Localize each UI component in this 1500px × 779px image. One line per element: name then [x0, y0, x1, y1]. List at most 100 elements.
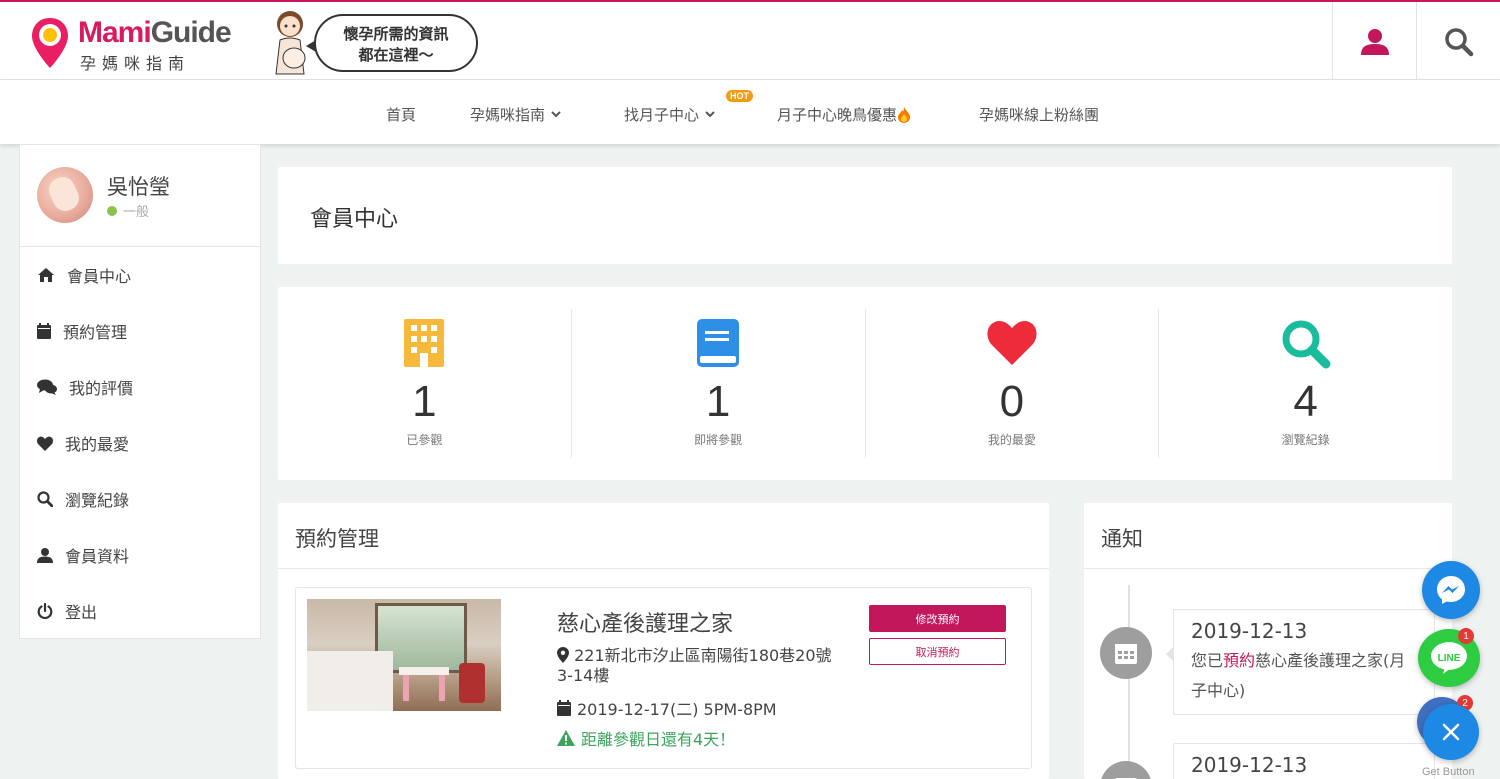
stat-upcoming-value: 1	[705, 377, 731, 426]
line-label: LINE	[1437, 652, 1461, 664]
sidebar-item-label: 我的最愛	[65, 435, 130, 454]
logo-brand-mami: Mami	[78, 16, 152, 49]
sidebar-item-member-center[interactable]: 會員中心	[20, 247, 260, 303]
messenger-icon	[1437, 576, 1465, 604]
nav-early-bird-label: 月子中心晚鳥優惠	[777, 106, 898, 124]
center-address: 221新北市汐止區南陽街180巷20號3-14樓	[557, 646, 837, 686]
close-icon	[1442, 723, 1460, 741]
sidebar-item-label: 預約管理	[63, 323, 128, 342]
nav-fan-group[interactable]: 孕媽咪線上粉絲團	[979, 104, 1099, 125]
stat-favorites-value: 0	[999, 377, 1025, 426]
heart-icon	[987, 321, 1037, 365]
user-level-label: 一般	[123, 205, 150, 220]
bubble-line-2: 都在這裡～	[358, 46, 434, 64]
hot-badge: HOT	[726, 90, 753, 102]
stat-history[interactable]: 4 瀏覽紀錄	[1158, 309, 1452, 458]
timeline-calendar-icon	[1100, 627, 1152, 679]
sidebar-item-label: 會員資料	[65, 547, 130, 566]
line-badge: 1	[1458, 628, 1474, 644]
timeline-line	[1128, 585, 1130, 779]
main-nav: 首頁 孕媽咪指南 找月子中心 HOT 月子中心晚鳥優惠 孕媽咪線上粉絲團	[0, 80, 1500, 144]
user-icon	[1360, 29, 1389, 55]
notifications-title: 通知	[1084, 503, 1452, 569]
chevron-down-icon	[705, 110, 715, 117]
center-photo[interactable]	[307, 599, 501, 711]
top-header: MamiGuide 孕媽咪指南 懷孕所需的資訊 都在這裡～	[0, 0, 1500, 82]
user-icon	[37, 548, 53, 563]
member-sidebar: 吳怡瑩 一般 會員中心 預約管理 我的評價 我的最愛 瀏覽紀錄 會員資料 登出	[19, 144, 261, 639]
calendar-icon	[1115, 778, 1137, 779]
nav-guide[interactable]: 孕媽咪指南	[470, 104, 561, 125]
fire-icon	[898, 106, 911, 123]
page-title: 會員中心	[310, 207, 399, 232]
sidebar-item-profile[interactable]: 會員資料	[20, 527, 260, 583]
nav-early-bird[interactable]: 月子中心晚鳥優惠	[777, 104, 911, 125]
booking-card-title: 預約管理	[278, 503, 1049, 569]
profile-summary: 吳怡瑩 一般	[20, 145, 260, 247]
nav-find-center-label: 找月子中心	[624, 106, 700, 124]
heart-icon	[37, 436, 53, 451]
stat-favorites[interactable]: 0 我的最愛	[864, 309, 1159, 458]
sidebar-item-label: 瀏覽紀錄	[65, 491, 130, 510]
stat-upcoming-label: 即將參觀	[694, 433, 743, 447]
stat-upcoming[interactable]: 1 即將參觀	[570, 309, 865, 458]
sidebar-item-reviews[interactable]: 我的評價	[20, 359, 260, 415]
notifications-card: 通知 2019-12-13 您已預約慈心產後護理之家(月子中心) 2019-12…	[1084, 503, 1452, 779]
sidebar-item-bookings[interactable]: 預約管理	[20, 303, 260, 359]
user-name: 吳怡瑩	[107, 175, 170, 199]
center-name[interactable]: 慈心產後護理之家	[557, 606, 733, 638]
sidebar-item-label: 我的評價	[69, 379, 134, 398]
comments-icon	[37, 379, 57, 395]
sidebar-item-logout[interactable]: 登出	[20, 583, 260, 639]
cancel-booking-button[interactable]: 取消預約	[869, 638, 1006, 665]
nav-home[interactable]: 首頁	[386, 104, 416, 125]
site-logo[interactable]: MamiGuide 孕媽咪指南	[30, 14, 250, 73]
notification-date: 2019-12-13	[1191, 753, 1308, 777]
bubble-line-1: 懷孕所需的資訊	[343, 25, 449, 43]
notification-text: 您已預約慈心產後護理之家(月子中心)	[1191, 646, 1417, 706]
map-pin-icon	[32, 18, 68, 68]
nav-fan-group-label: 孕媽咪線上粉絲團	[979, 106, 1100, 124]
logo-brand-guide: Guide	[150, 16, 232, 49]
notification-item[interactable]: 2019-12-13	[1173, 743, 1435, 779]
booking-card: 預約管理 慈心產後護理之家 221新北市汐止區南陽街180巷20號3-14樓 2…	[278, 503, 1049, 779]
booking-countdown: 距離參觀日還有4天！	[557, 726, 735, 750]
warning-icon	[557, 730, 575, 746]
building-icon	[404, 319, 445, 367]
status-dot-icon	[107, 205, 117, 216]
notification-item[interactable]: 2019-12-13 您已預約慈心產後護理之家(月子中心)	[1166, 609, 1435, 715]
notification-date: 2019-12-13	[1191, 619, 1308, 643]
map-marker-icon	[557, 647, 569, 663]
messenger-button[interactable]	[1422, 561, 1480, 619]
nav-guide-label: 孕媽咪指南	[470, 106, 546, 124]
book-icon	[697, 319, 740, 367]
power-icon	[37, 603, 53, 619]
center-address-text: 221新北市汐止區南陽街180巷20號3-14樓	[557, 646, 832, 685]
booking-date-text: 2019-12-17(二) 5PM-8PM	[577, 700, 777, 719]
logo-subtitle: 孕媽咪指南	[80, 54, 191, 73]
close-contacts-button[interactable]	[1423, 704, 1479, 760]
stat-history-value: 4	[1293, 377, 1318, 426]
sidebar-item-history[interactable]: 瀏覽紀錄	[20, 471, 260, 527]
calendar-icon	[37, 323, 51, 339]
get-button-link[interactable]: Get Button	[1422, 766, 1475, 778]
home-icon	[38, 268, 54, 282]
speech-bubble: 懷孕所需的資訊 都在這裡～	[306, 14, 478, 72]
calendar-icon	[1115, 644, 1137, 664]
user-level: 一般	[107, 201, 149, 220]
nav-find-center[interactable]: 找月子中心	[624, 104, 715, 125]
chevron-down-icon	[551, 110, 561, 117]
sidebar-item-favorites[interactable]: 我的最愛	[20, 415, 260, 471]
search-button[interactable]	[1416, 2, 1500, 82]
search-icon	[1282, 320, 1331, 369]
search-icon	[1444, 28, 1473, 57]
avatar	[37, 167, 93, 223]
edit-booking-button[interactable]: 修改預約	[869, 605, 1006, 632]
booking-countdown-text: 距離參觀日還有4天！	[581, 730, 736, 749]
nav-home-label: 首頁	[386, 106, 417, 124]
account-button[interactable]	[1332, 2, 1416, 82]
stat-history-label: 瀏覽紀錄	[1281, 433, 1330, 447]
stat-visited[interactable]: 1 已參觀	[278, 309, 571, 458]
page-title-card: 會員中心	[278, 167, 1452, 264]
search-icon	[37, 491, 53, 507]
